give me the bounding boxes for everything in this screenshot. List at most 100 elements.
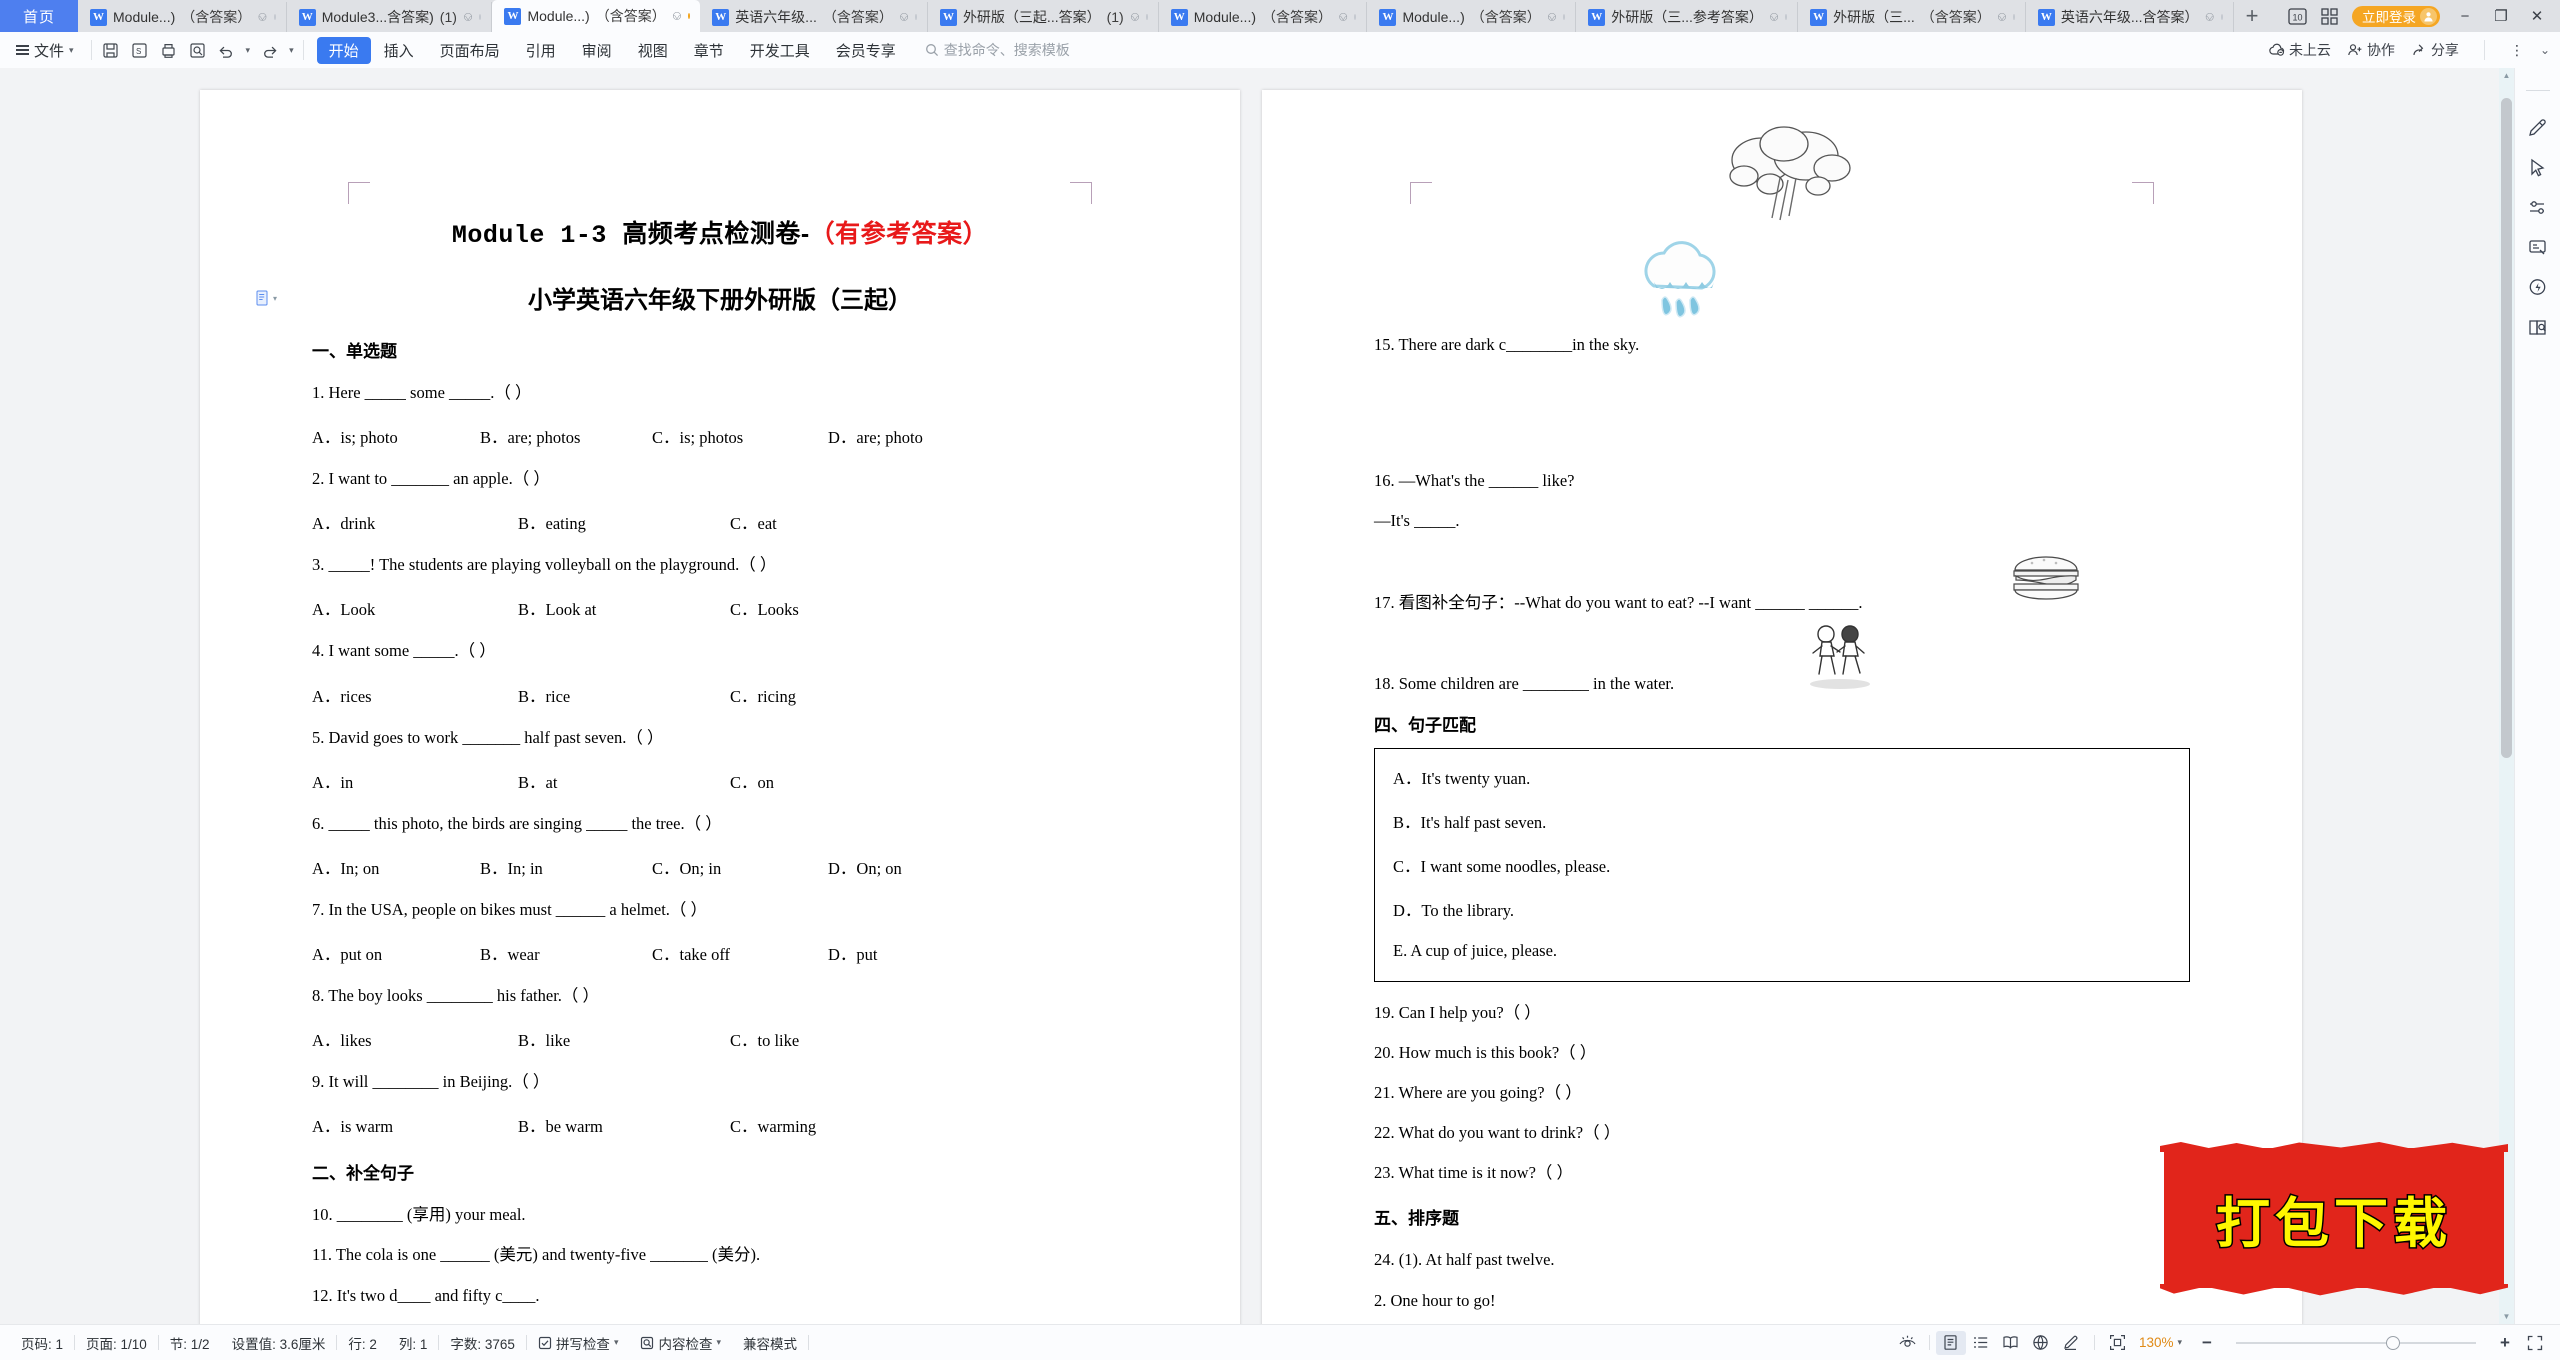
status-col[interactable]: 列: 1	[388, 1333, 439, 1353]
cast-icon[interactable]: ⎉	[1997, 9, 2007, 25]
zoom-in-button[interactable]: +	[2490, 1331, 2520, 1355]
redo-icon[interactable]	[260, 41, 279, 60]
scroll-down-arrow[interactable]: ▼	[2499, 1309, 2514, 1324]
cast-icon[interactable]: ⎉	[257, 9, 267, 25]
cast-icon[interactable]: ⎉	[1338, 9, 1348, 25]
status-row[interactable]: 行: 2	[337, 1333, 388, 1353]
zoom-slider-handle[interactable]	[2386, 1335, 2400, 1350]
collaborate-button[interactable]: 协作	[2347, 40, 2395, 60]
cast-icon[interactable]: ⎉	[1769, 9, 1779, 25]
tab-close-dot[interactable]	[915, 14, 917, 20]
zoom-out-button[interactable]: −	[2192, 1331, 2222, 1355]
undo-dropdown-icon[interactable]: ▾	[246, 45, 251, 56]
undo-icon[interactable]	[217, 41, 236, 60]
status-compat-mode[interactable]: 兼容模式	[732, 1333, 808, 1353]
eye-protection-icon[interactable]	[1893, 1331, 1923, 1355]
tab-close-dot[interactable]	[1785, 14, 1788, 20]
zoom-dropdown-icon[interactable]: ▾	[2177, 1337, 2182, 1348]
document-page-1[interactable]: ▾ Module 1-3 高频考点检测卷-（有参考答案） 小学英语六年级下册外研…	[200, 90, 1240, 1324]
cast-icon[interactable]: ⎉	[1547, 9, 1557, 25]
cast-icon[interactable]: ⎉	[672, 8, 682, 24]
view-print-layout-icon[interactable]	[1935, 1330, 1966, 1355]
cast-icon[interactable]: ⎉	[1130, 9, 1140, 25]
status-section[interactable]: 节: 1/2	[159, 1333, 221, 1353]
chevron-down-icon[interactable]: ▾	[614, 1337, 619, 1348]
tab-close-dot[interactable]	[479, 14, 482, 20]
ribbon-tab-3[interactable]: 页面布局	[427, 37, 513, 64]
settings-sliders-icon[interactable]	[2522, 187, 2554, 227]
ribbon-tab-6[interactable]: 视图	[625, 37, 681, 64]
document-tab-1[interactable]: W Module...) （含答案） ⎉	[78, 2, 287, 32]
share-button[interactable]: 分享	[2411, 40, 2459, 60]
document-tab-3[interactable]: W Module...) （含答案） ⎉	[492, 0, 701, 32]
highlight-pen-icon[interactable]	[2056, 1331, 2086, 1355]
command-search[interactable]: 查找命令、搜索模板	[925, 40, 1070, 60]
ocr-scan-icon[interactable]	[2522, 227, 2554, 267]
document-tab-4[interactable]: W 英语六年级... （含答案） ⎉	[700, 2, 928, 32]
document-tab-2[interactable]: W Module3...含答案) (1) ⎉	[286, 2, 493, 32]
restore-button[interactable]: ❐	[2490, 7, 2512, 25]
status-page-of[interactable]: 页面: 1/10	[75, 1333, 158, 1353]
paragraph-mark-icon[interactable]: ▾	[256, 290, 277, 306]
dictionary-search-icon[interactable]	[2522, 307, 2554, 347]
scroll-up-arrow[interactable]: ▲	[2499, 68, 2514, 83]
tab-count-icon[interactable]: 10	[2288, 7, 2307, 25]
print-icon[interactable]	[159, 41, 178, 60]
tab-grid-icon[interactable]	[2321, 7, 2338, 25]
minimize-button[interactable]: −	[2454, 8, 2476, 25]
tab-close-dot[interactable]	[688, 13, 691, 19]
chevron-down-icon[interactable]: ▾	[716, 1337, 721, 1348]
document-tab-9[interactable]: W 外研版（三... （含答案） ⎉	[1798, 2, 2026, 32]
view-reading-icon[interactable]	[1996, 1331, 2026, 1355]
tab-close-dot[interactable]	[1146, 14, 1148, 20]
tab-close-dot[interactable]	[1354, 14, 1357, 20]
cloud-status-button[interactable]: 未上云	[2269, 40, 2331, 60]
view-web-layout-icon[interactable]	[2026, 1331, 2056, 1355]
fullscreen-button[interactable]	[2520, 1331, 2550, 1355]
ribbon-tab-5[interactable]: 审阅	[569, 37, 625, 64]
zoom-slider[interactable]	[2236, 1335, 2476, 1350]
status-spellcheck[interactable]: 拼写检查 ▾	[527, 1333, 630, 1353]
close-button[interactable]: ✕	[2526, 7, 2548, 25]
ribbon-tab-8[interactable]: 开发工具	[737, 37, 823, 64]
ribbon-tab-4[interactable]: 引用	[513, 37, 569, 64]
ai-assistant-icon[interactable]	[2522, 267, 2554, 307]
vertical-scrollbar[interactable]: ▲ ▼	[2499, 68, 2514, 1324]
tab-close-dot[interactable]	[2013, 14, 2015, 20]
document-tab-10[interactable]: W 英语六年级...含答案） ⎉	[2025, 2, 2234, 32]
view-outline-icon[interactable]	[1966, 1331, 1996, 1355]
tab-close-dot[interactable]	[273, 14, 276, 20]
tab-close-dot[interactable]	[1563, 14, 1566, 20]
status-word-count[interactable]: 字数: 3765	[439, 1333, 526, 1353]
status-content-check[interactable]: 内容检查 ▾	[629, 1333, 732, 1353]
status-setting-value[interactable]: 设置值: 3.6厘米	[221, 1333, 337, 1353]
ribbon-collapse-icon[interactable]: ⌄	[2540, 43, 2550, 57]
document-tab-5[interactable]: W 外研版（三起...答案） (1) ⎉	[927, 2, 1159, 32]
login-button[interactable]: 立即登录	[2352, 5, 2440, 27]
document-tab-6[interactable]: W Module...) （含答案） ⎉	[1158, 2, 1368, 32]
ribbon-tab-1[interactable]: 开始	[316, 36, 371, 64]
ribbon-tab-7[interactable]: 章节	[681, 37, 737, 64]
pen-tool-icon[interactable]	[2522, 107, 2554, 147]
document-page-2[interactable]: 15. There are dark c________in the sky. 1…	[1262, 90, 2302, 1324]
document-tab-7[interactable]: W Module...) （含答案） ⎉	[1367, 2, 1577, 32]
cast-icon[interactable]: ⎉	[463, 9, 473, 25]
zoom-level-label[interactable]: 130%	[2139, 1335, 2174, 1350]
status-page-number[interactable]: 页码: 1	[10, 1333, 74, 1353]
ribbon-tab-9[interactable]: 会员专享	[823, 37, 909, 64]
tab-close-dot[interactable]	[2220, 14, 2224, 20]
cast-icon[interactable]: ⎉	[2205, 9, 2215, 25]
home-tab[interactable]: 首页	[0, 0, 78, 32]
qat-more-icon[interactable]: ▾	[289, 45, 294, 56]
new-tab-button[interactable]: +	[2234, 0, 2270, 32]
print-preview-icon[interactable]	[188, 41, 207, 60]
fit-page-icon[interactable]	[2103, 1331, 2133, 1355]
save-as-icon[interactable]: S	[130, 41, 149, 60]
save-icon[interactable]	[101, 41, 120, 60]
document-tab-8[interactable]: W 外研版（三...参考答案） ⎉	[1576, 2, 1799, 32]
scrollbar-thumb[interactable]	[2501, 98, 2512, 758]
cursor-select-icon[interactable]	[2522, 147, 2554, 187]
cast-icon[interactable]: ⎉	[899, 9, 909, 25]
file-menu-button[interactable]: 文件 ▾	[10, 40, 82, 61]
more-options-icon[interactable]: ⋮	[2510, 43, 2524, 57]
